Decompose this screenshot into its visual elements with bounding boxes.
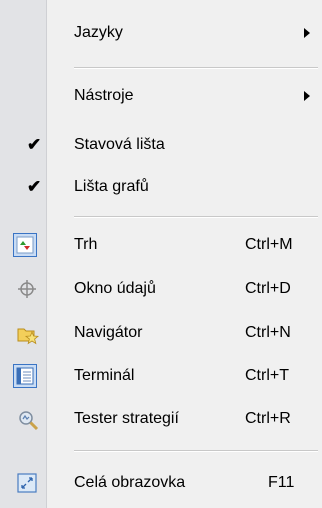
menu-item-languages[interactable]: Jazyky xyxy=(0,14,322,52)
menu-item-data-window[interactable]: Okno údajů Ctrl+D xyxy=(0,270,322,308)
terminal-window-icon xyxy=(13,364,37,388)
menu-item-label: Nástroje xyxy=(74,87,134,104)
menu-item-shortcut: Ctrl+T xyxy=(245,367,289,384)
menu-item-label: Lišta grafů xyxy=(74,178,149,195)
menu-item-label: Celá obrazovka xyxy=(74,474,186,491)
menu-item-label: Terminál xyxy=(74,367,135,384)
menu-item-tools[interactable]: Nástroje xyxy=(0,77,322,115)
menu-item-shortcut: Ctrl+R xyxy=(245,410,291,427)
menu-item-label: Stavová lišta xyxy=(74,136,165,153)
menu-separator xyxy=(74,216,318,218)
menu-item-strategy-tester[interactable]: Tester strategií Ctrl+R xyxy=(0,400,322,438)
menu-item-terminal[interactable]: Terminál Ctrl+T xyxy=(0,357,322,395)
submenu-arrow-icon xyxy=(304,28,310,38)
checkmark-icon: ✔ xyxy=(27,135,42,154)
crosshair-icon xyxy=(17,279,37,299)
menu-item-shortcut: Ctrl+N xyxy=(245,324,291,341)
checkmark-icon: ✔ xyxy=(27,177,42,196)
menu-item-shortcut: F11 xyxy=(268,474,295,491)
menu-item-status-bar[interactable]: ✔ Stavová lišta xyxy=(0,126,322,164)
fullscreen-icon xyxy=(17,473,37,493)
menu-separator xyxy=(74,67,318,69)
menu-item-charts-bar[interactable]: ✔ Lišta grafů xyxy=(0,168,322,206)
menu-item-shortcut: Ctrl+D xyxy=(245,280,291,297)
submenu-arrow-icon xyxy=(304,91,310,101)
menu-item-label: Jazyky xyxy=(74,24,123,41)
view-menu: Jazyky Nástroje ✔ Stavová lišta ✔ Lišta … xyxy=(0,0,322,508)
menu-separator xyxy=(74,450,318,452)
menu-item-label: Navigátor xyxy=(74,324,143,341)
market-watch-icon xyxy=(13,233,37,257)
menu-item-label: Trh xyxy=(74,236,98,253)
menu-item-shortcut: Ctrl+M xyxy=(245,236,293,253)
navigator-folder-star-icon xyxy=(17,323,40,345)
menu-item-fullscreen[interactable]: Celá obrazovka F11 xyxy=(0,464,322,502)
menu-item-navigator[interactable]: Navigátor Ctrl+N xyxy=(0,314,322,352)
strategy-tester-magnifier-icon xyxy=(17,409,39,431)
menu-item-label: Okno údajů xyxy=(74,280,156,297)
menu-item-market-watch[interactable]: Trh Ctrl+M xyxy=(0,226,322,264)
menu-item-label: Tester strategií xyxy=(74,410,179,427)
